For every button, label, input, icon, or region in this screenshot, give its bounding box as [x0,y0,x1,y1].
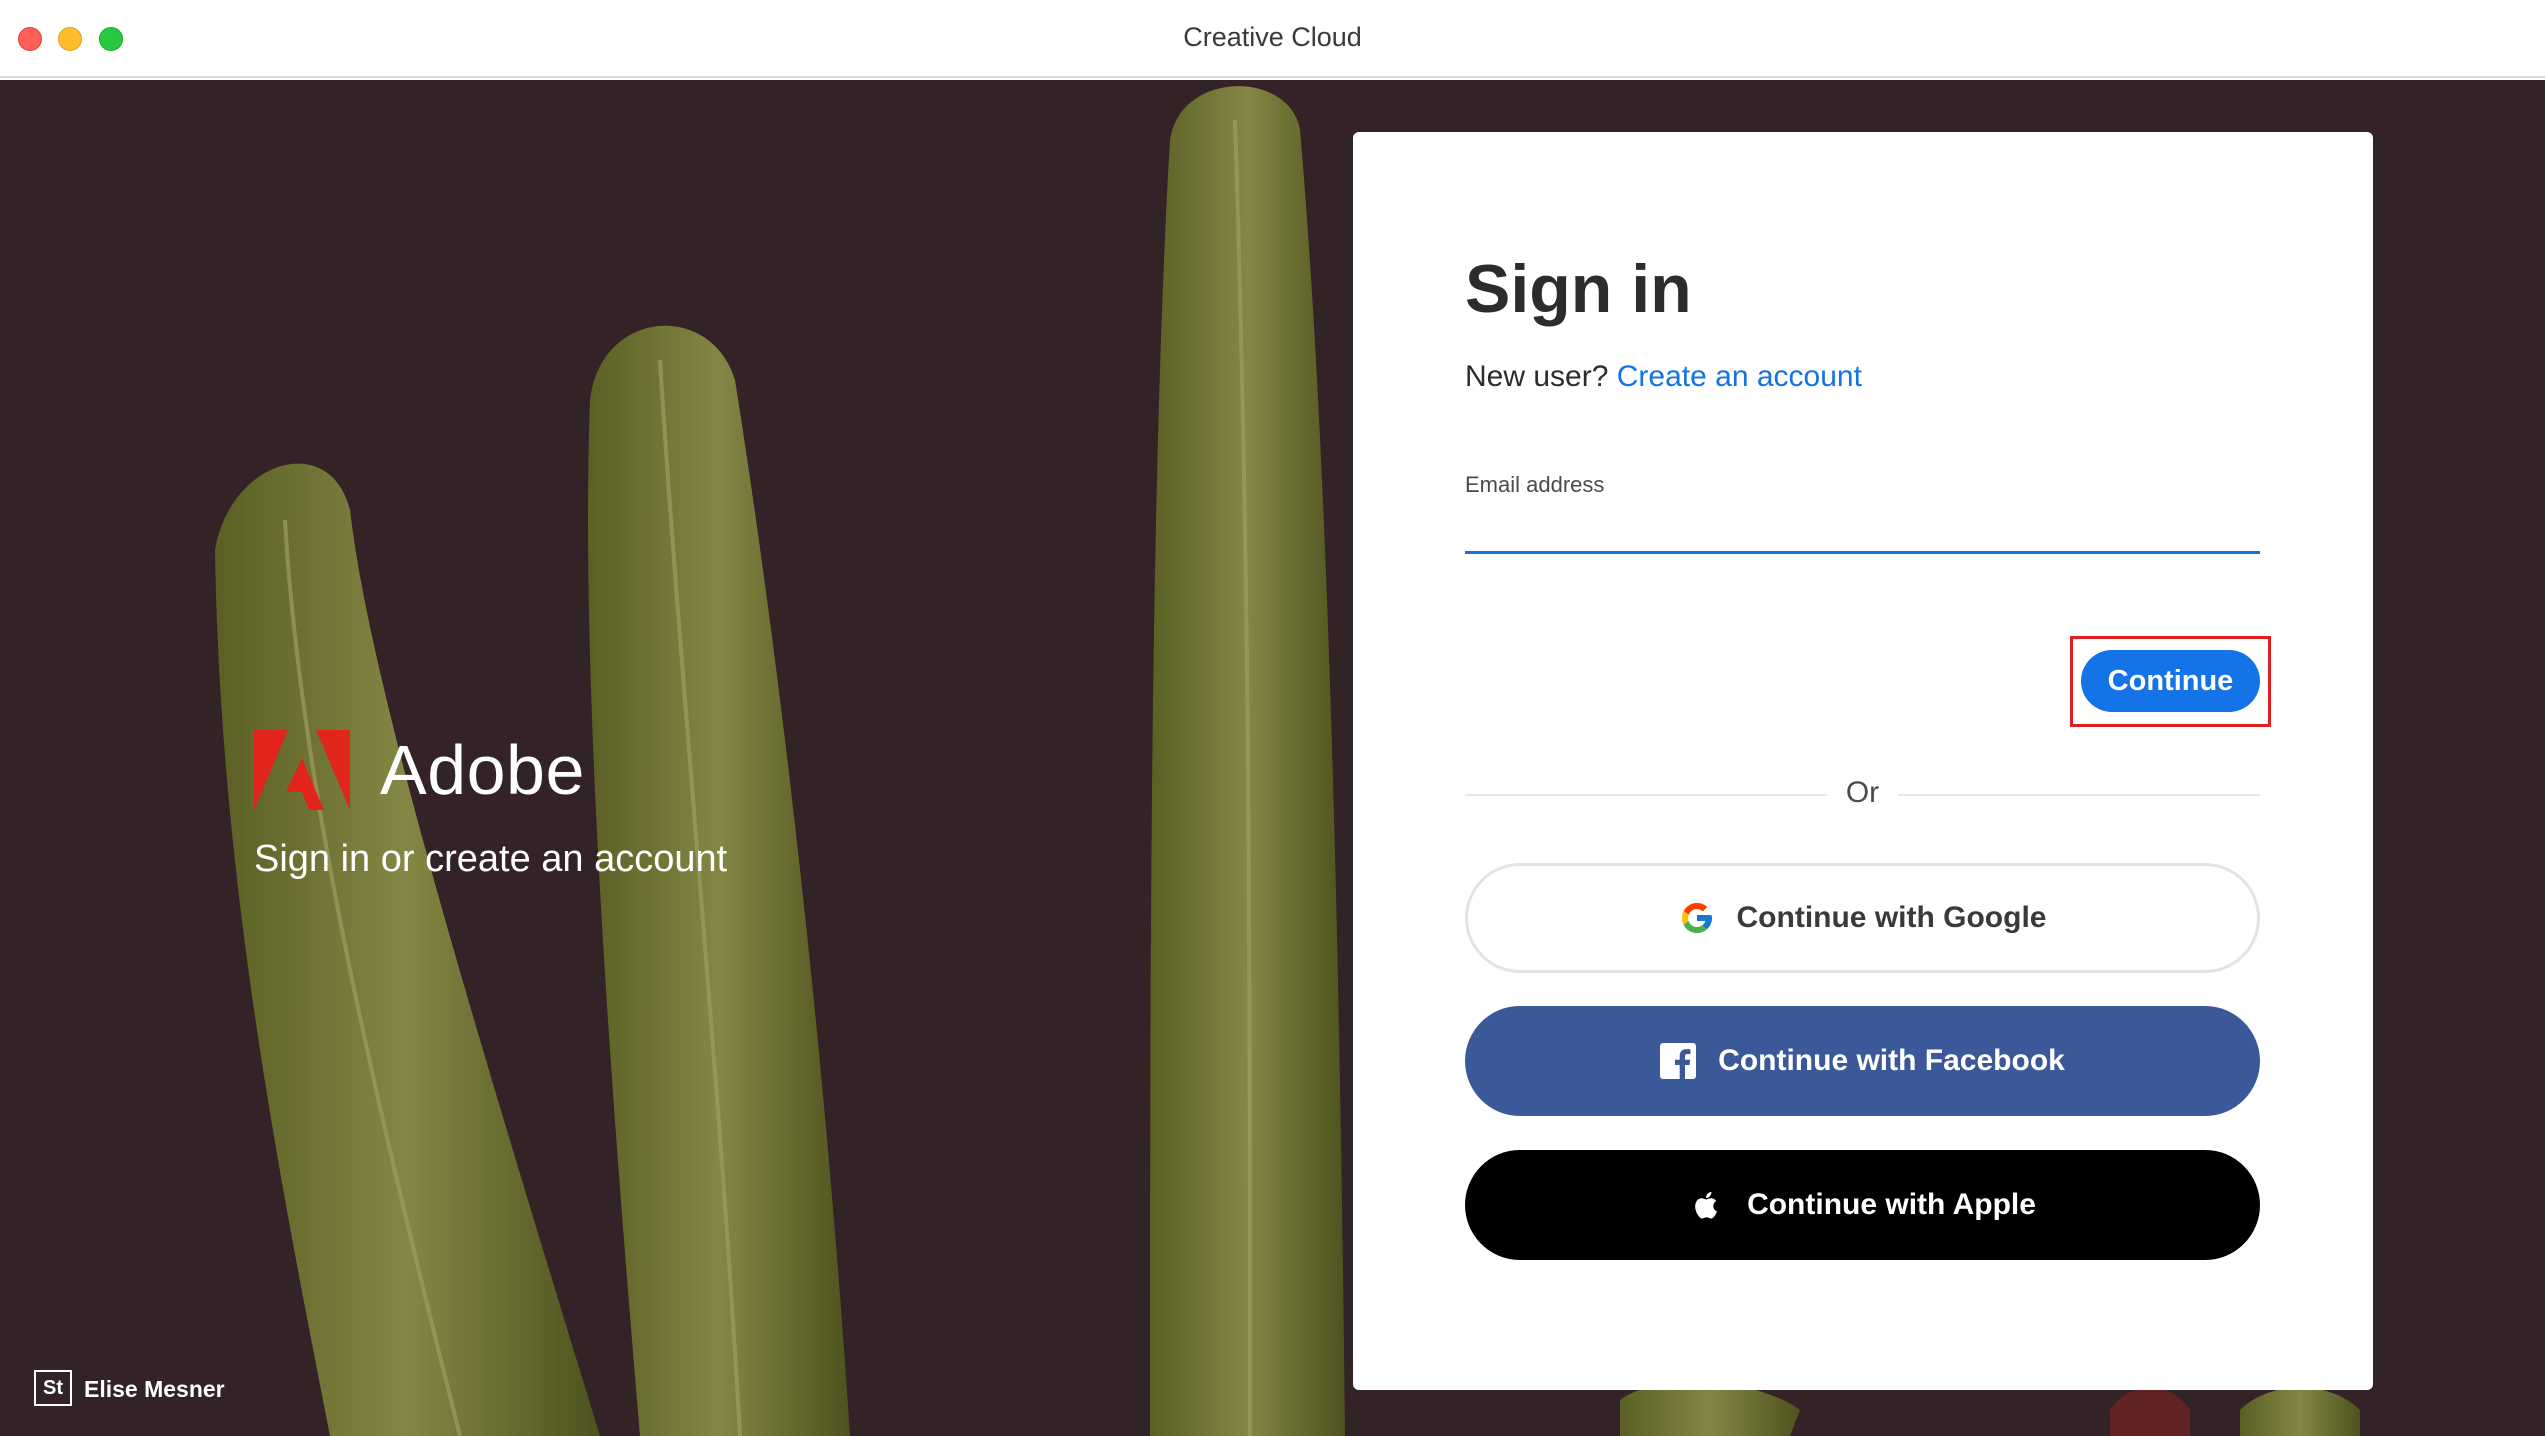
or-divider: Or [1465,772,2260,816]
email-field[interactable] [1465,500,2260,554]
google-button-label: Continue with Google [1736,901,2047,934]
signin-title: Sign in [1465,251,1692,327]
create-account-link[interactable]: Create an account [1617,360,1862,393]
window-title: Creative Cloud [1183,22,1362,52]
adobe-wordmark: Adobe [380,731,585,809]
divider-line-left [1465,794,1827,796]
email-label: Email address [1465,472,1605,497]
facebook-button-label: Continue with Facebook [1718,1044,2065,1077]
continue-with-apple-button[interactable]: Continue with Apple [1465,1150,2260,1260]
title-bar: Creative Cloud [0,0,2545,78]
new-user-prompt: New user? [1465,360,1609,393]
continue-with-google-button[interactable]: Continue with Google [1465,863,2260,973]
apple-button-label: Continue with Apple [1747,1188,2036,1221]
facebook-f-icon [1660,1043,1697,1079]
adobe-stock-badge: St [34,1370,72,1406]
divider-line-right [1898,794,2260,796]
adobe-logo-icon [254,730,350,810]
google-g-icon [1679,900,1715,936]
app-window: Creative Cloud Adobe Sign in or create a… [0,0,2545,1436]
signin-card: Sign in New user? Create an account Emai… [1353,132,2373,1390]
photographer-name: Elise Mesner [84,1376,225,1402]
continue-with-facebook-button[interactable]: Continue with Facebook [1465,1006,2260,1116]
continue-button[interactable]: Continue [2081,650,2260,712]
apple-icon [1689,1187,1725,1223]
new-user-row: New user? Create an account [1465,360,1862,394]
or-text: Or [1845,776,1880,809]
brand-subtitle: Sign in or create an account [254,838,728,880]
